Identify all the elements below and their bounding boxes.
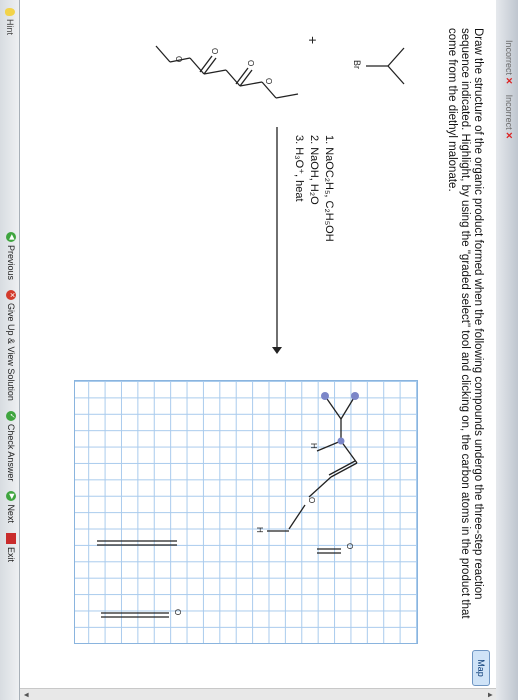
condition-step-1: 1. NaOC₂H₅, C₂H₅OH [323, 135, 335, 242]
highlighted-carbon[interactable] [321, 392, 329, 400]
bond [340, 440, 358, 464]
product-bonds [267, 395, 358, 532]
check-answer-button[interactable]: ✓ Check Answer [6, 410, 16, 482]
bond [324, 395, 342, 420]
bond [199, 55, 213, 73]
attempt-tab-2-label: Incorrect [504, 94, 514, 130]
highlighted-carbon[interactable] [351, 392, 359, 400]
bond [288, 504, 306, 530]
bond [340, 395, 356, 420]
hydrogen-label: H [309, 443, 318, 449]
oxygen-label: O [174, 56, 183, 62]
reaction-arrow [272, 127, 282, 354]
highlighted-carbon[interactable] [337, 437, 345, 445]
previous-icon: ◀ [6, 232, 16, 242]
bond [155, 45, 171, 63]
previous-button[interactable]: ◀ Previous [6, 232, 16, 280]
plus-sign: + [305, 36, 321, 44]
bond [189, 57, 205, 75]
footer-navigation: ◀ Previous ✕ Give Up & View Solution ✓ C… [6, 232, 16, 562]
condition-step-2: 2. NaOH, H₂O [308, 135, 320, 205]
exit-icon [6, 532, 16, 544]
attempt-tab-1[interactable]: Incorrect✕ [503, 40, 514, 85]
bond [387, 47, 405, 67]
bond [316, 440, 342, 452]
next-icon: ▶ [6, 491, 16, 502]
give-up-label: Give Up & View Solution [6, 303, 16, 401]
condition-step-3: 3. H₃O⁺, heat [293, 135, 305, 202]
attempt-tab-1-label: Incorrect [504, 40, 514, 76]
map-button[interactable]: Map [472, 650, 490, 686]
drawing-canvas[interactable]: H O H O O [74, 380, 418, 644]
next-button[interactable]: ▶ Next [6, 491, 16, 523]
question-panel: Draw the structure of the organic produc… [20, 0, 496, 700]
bond [261, 81, 277, 99]
reaction-conditions: 1. NaOC₂H₅, C₂H₅OH 2. NaOH, H₂O 3. H₃O⁺,… [291, 135, 336, 305]
oxygen-label: O [210, 48, 219, 54]
oxygen-label: O [345, 543, 354, 549]
bond [308, 476, 332, 498]
hydrogen-label: H [255, 527, 264, 533]
screen: Incorrect✕ Incorrect✕ Draw the structure… [0, 0, 518, 700]
hint-button[interactable]: Hint [5, 8, 15, 35]
bond [275, 93, 299, 99]
oxygen-label: O [307, 497, 316, 503]
bond [387, 65, 405, 85]
map-button-label: Map [476, 659, 486, 677]
incorrect-x-icon: ✕ [504, 131, 514, 140]
scroll-down-icon[interactable]: ▼ [20, 689, 32, 700]
oxygen-label: O [173, 609, 182, 615]
exit-label: Exit [6, 546, 16, 562]
bond [330, 462, 358, 478]
previous-label: Previous [6, 245, 16, 281]
isopropyl-bromide [366, 47, 405, 85]
attempt-tabs: Incorrect✕ Incorrect✕ [503, 40, 514, 139]
bond [328, 460, 356, 476]
bond [225, 69, 241, 87]
arrow-head [272, 347, 282, 354]
exit-button[interactable]: Exit [6, 532, 16, 562]
check-answer-icon: ✓ [6, 410, 16, 421]
give-up-button[interactable]: ✕ Give Up & View Solution [6, 290, 16, 401]
vertical-scrollbar[interactable]: ▲ ▼ [20, 688, 496, 700]
diethyl-malonate [155, 45, 299, 99]
check-answer-label: Check Answer [6, 423, 16, 482]
question-text: Draw the structure of the organic produc… [446, 28, 484, 619]
bromine-label: Br [352, 60, 362, 69]
give-up-icon: ✕ [6, 290, 16, 301]
next-label: Next [6, 504, 16, 523]
bulb-icon [5, 8, 15, 16]
hint-label: Hint [5, 19, 15, 36]
carbonyl-fragment [97, 476, 341, 618]
bond [235, 67, 249, 85]
footer-toolbar: Hint ◀ Previous ✕ Give Up & View Solutio… [0, 0, 20, 700]
incorrect-x-icon: ✕ [504, 77, 514, 85]
scroll-up-icon[interactable]: ▲ [484, 689, 496, 700]
product-structure: H O H O O [97, 392, 359, 618]
top-tab-strip: Incorrect✕ Incorrect✕ [495, 0, 518, 700]
attempt-tab-2[interactable]: Incorrect✕ [503, 95, 514, 140]
oxygen-label: O [246, 60, 255, 66]
oxygen-label: O [264, 78, 273, 84]
